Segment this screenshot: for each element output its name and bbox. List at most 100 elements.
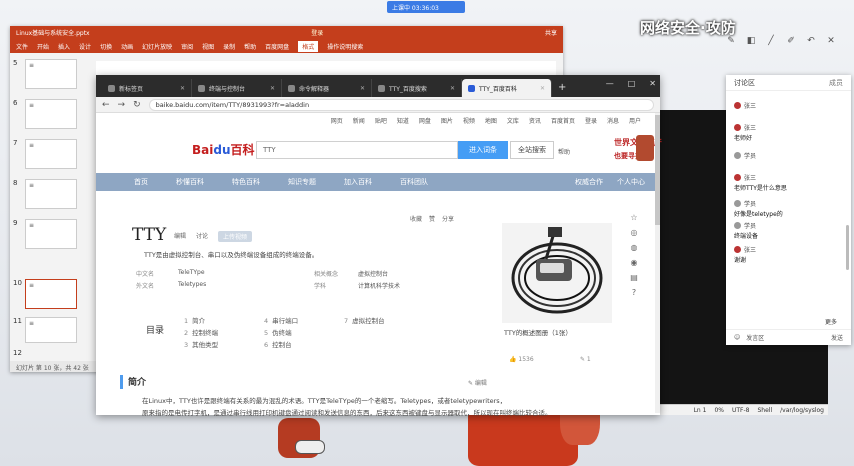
highlighter-icon[interactable]: ✐ xyxy=(786,36,796,46)
ribbon-tab[interactable]: 录制 xyxy=(223,42,235,51)
ribbon-tab[interactable]: 动画 xyxy=(121,42,133,51)
category-link[interactable]: 特色百科 xyxy=(232,177,260,187)
ribbon-tab[interactable]: 帮助 xyxy=(244,42,256,51)
wechat-icon[interactable]: ◍ xyxy=(629,243,639,253)
send-button[interactable]: 发送 xyxy=(831,333,843,342)
top-nav-link[interactable]: 地图 xyxy=(485,116,497,125)
forward-icon[interactable]: → xyxy=(118,100,126,110)
slide-thumbnail[interactable]: 6 ≡ xyxy=(10,99,95,139)
top-nav-link[interactable]: 视频 xyxy=(463,116,475,125)
url-input[interactable]: baike.baidu.com/item/TTY/8931993?fr=alad… xyxy=(148,98,654,111)
ppt-share-button[interactable]: 共享 xyxy=(545,28,557,37)
toc-item[interactable]: 2 控制终端 xyxy=(184,327,218,337)
edit-link[interactable]: 编辑 xyxy=(174,231,186,242)
eraser-icon[interactable]: ◧ xyxy=(746,36,756,46)
back-icon[interactable]: ← xyxy=(102,100,110,110)
top-nav-link[interactable]: 文库 xyxy=(507,116,519,125)
ribbon-tab[interactable]: 审阅 xyxy=(181,42,193,51)
ribbon-search[interactable]: 操作说明搜索 xyxy=(327,42,363,51)
category-link[interactable]: 首页 xyxy=(134,177,148,187)
browser-tab[interactable]: 命令解释器 ✕ xyxy=(282,79,372,97)
tab-close-icon[interactable]: ✕ xyxy=(180,85,185,92)
chat-input[interactable]: 发言区 xyxy=(746,333,764,342)
image-album-caption[interactable]: TTY的概述图册（1张） xyxy=(504,327,572,337)
top-nav-link[interactable]: 知道 xyxy=(397,116,409,125)
browser-tab[interactable]: TTY_百度搜索 ✕ xyxy=(372,79,462,97)
toc-item[interactable]: 3 其他类型 xyxy=(184,339,218,349)
emoji-icon[interactable]: ☺ xyxy=(734,334,740,341)
help-link[interactable]: 帮助 xyxy=(558,147,570,156)
toc-item[interactable]: 7 虚拟控制台 xyxy=(344,315,385,325)
top-nav-link[interactable]: 网盘 xyxy=(419,116,431,125)
pen-icon[interactable]: ✎ xyxy=(726,36,736,46)
top-nav-link[interactable]: 图片 xyxy=(441,116,453,125)
slide-thumbnail[interactable]: 12 xyxy=(10,349,95,361)
ribbon-tab[interactable]: 设计 xyxy=(79,42,91,51)
top-nav-link[interactable]: 贴吧 xyxy=(375,116,387,125)
line-icon[interactable]: ╱ xyxy=(766,36,776,46)
edit-count[interactable]: ✎ 1 xyxy=(580,356,591,363)
ribbon-tab[interactable]: 开始 xyxy=(37,42,49,51)
toc-item[interactable]: 5 伪终端 xyxy=(264,327,292,337)
tab-close-icon[interactable]: ✕ xyxy=(270,85,275,92)
top-nav-link[interactable]: 用户 xyxy=(629,116,641,125)
minimize-icon[interactable]: — xyxy=(606,79,614,88)
ribbon-tab-active[interactable]: 格式 xyxy=(298,40,319,52)
category-link[interactable]: 权威合作 xyxy=(575,177,603,187)
promo-banner-image[interactable] xyxy=(636,135,654,161)
tab-close-icon[interactable]: ✕ xyxy=(450,85,455,92)
ribbon-tab[interactable]: 文件 xyxy=(16,42,28,51)
enter-entry-button[interactable]: 进入词条 xyxy=(458,141,508,159)
slide-thumbnail[interactable]: 5 ≡ xyxy=(10,59,95,99)
chat-scrollbar[interactable] xyxy=(846,225,849,270)
top-nav-link[interactable]: 登录 xyxy=(585,116,597,125)
category-link[interactable]: 百科团队 xyxy=(400,177,428,187)
tab-members[interactable]: 成员 xyxy=(829,78,843,88)
site-search-button[interactable]: 全站搜索 xyxy=(510,141,554,159)
info-value[interactable]: 计算机科学技术 xyxy=(358,281,400,290)
baike-logo[interactable]: Baidu百科 xyxy=(192,141,255,158)
ppt-signin[interactable]: 登录 xyxy=(100,28,535,37)
slide-thumbnail[interactable]: 8 ≡ xyxy=(10,179,95,219)
slide-thumbnail[interactable]: 7 ≡ xyxy=(10,139,95,179)
browser-tab[interactable]: 终端与控制台 ✕ xyxy=(192,79,282,97)
scrollbar-thumb[interactable] xyxy=(655,115,660,225)
discuss-link[interactable]: 讨论 xyxy=(196,231,208,242)
top-nav-link[interactable]: 百度首页 xyxy=(551,116,575,125)
weibo-icon[interactable]: ◎ xyxy=(629,228,639,238)
category-link[interactable]: 秒懂百科 xyxy=(176,177,204,187)
maximize-icon[interactable]: □ xyxy=(628,79,636,88)
tab-discussion[interactable]: 讨论区 xyxy=(734,78,755,88)
undo-icon[interactable]: ↶ xyxy=(806,36,816,46)
star-icon[interactable]: ☆ xyxy=(629,213,639,223)
ribbon-tab[interactable]: 幻灯片放映 xyxy=(142,42,172,51)
like-count[interactable]: 👍 1536 xyxy=(509,356,534,363)
more-messages-link[interactable]: 更多 xyxy=(825,317,837,326)
tab-close-icon[interactable]: ✕ xyxy=(540,85,545,92)
top-nav-link[interactable]: 消息 xyxy=(607,116,619,125)
new-tab-button[interactable]: + xyxy=(552,82,572,97)
category-link[interactable]: 加入百科 xyxy=(344,177,372,187)
toc-item[interactable]: 6 控制台 xyxy=(264,339,292,349)
ribbon-tab[interactable]: 插入 xyxy=(58,42,70,51)
category-link[interactable]: 个人中心 xyxy=(617,177,645,187)
upload-video-button[interactable]: 上传视频 xyxy=(218,231,253,242)
like-link[interactable]: 赞 xyxy=(429,214,435,223)
close-icon[interactable]: ✕ xyxy=(826,36,836,46)
top-nav-link[interactable]: 新闻 xyxy=(353,116,365,125)
close-icon[interactable]: ✕ xyxy=(649,79,656,88)
help-icon[interactable]: ? xyxy=(629,288,639,298)
ribbon-tab[interactable]: 百度网盘 xyxy=(265,42,289,51)
entry-image-usb-serial-cable[interactable] xyxy=(502,223,612,323)
toc-item[interactable]: 4 串行端口 xyxy=(264,315,298,325)
top-nav-link[interactable]: 网页 xyxy=(331,116,343,125)
share-link[interactable]: 分享 xyxy=(442,214,454,223)
ribbon-tab[interactable]: 切换 xyxy=(100,42,112,51)
baike-search-input[interactable]: TTY xyxy=(256,141,458,159)
reload-icon[interactable]: ↻ xyxy=(133,100,141,110)
browser-tab-active[interactable]: TTY_百度百科 ✕ xyxy=(462,79,552,97)
browser-tab[interactable]: 新标签页 ✕ xyxy=(102,79,192,97)
top-nav-link[interactable]: 资讯 xyxy=(529,116,541,125)
tab-close-icon[interactable]: ✕ xyxy=(360,85,365,92)
category-link[interactable]: 知识专题 xyxy=(288,177,316,187)
